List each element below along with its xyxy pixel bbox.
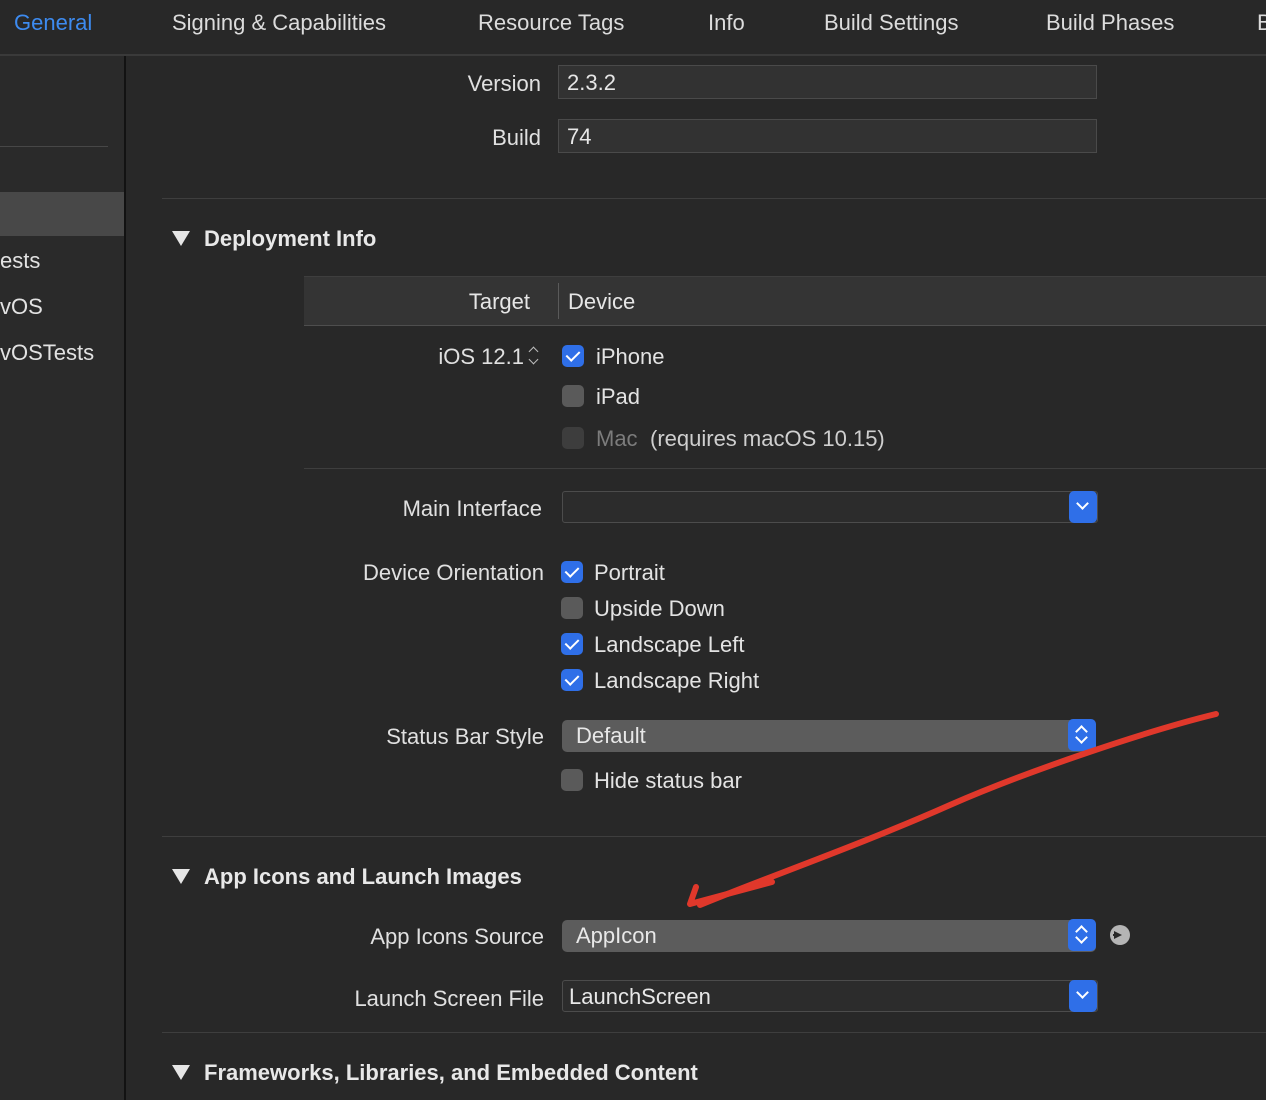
annotation-arrow-shaft — [697, 711, 1219, 908]
annotation-arrow-head — [687, 879, 775, 907]
red-annotation-arrow — [687, 711, 1219, 908]
